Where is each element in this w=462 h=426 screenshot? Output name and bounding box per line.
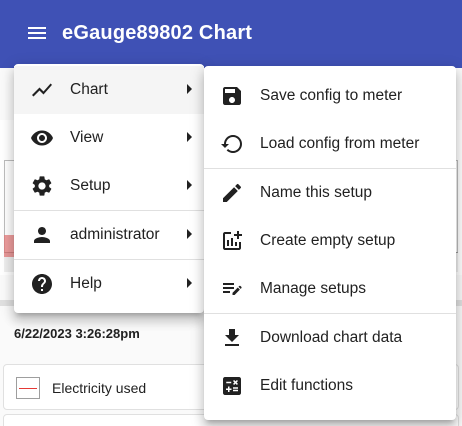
chart-submenu: Save config to meter Load config from me… xyxy=(204,66,456,420)
eye-icon xyxy=(30,126,54,150)
app-bar: eGauge89802 Chart xyxy=(0,0,462,68)
cursor-timestamp: 6/22/2023 3:26:28pm xyxy=(14,326,140,341)
help-icon xyxy=(30,272,54,296)
menu-item-name-setup[interactable]: Name this setup xyxy=(204,169,456,217)
chevron-right-icon xyxy=(187,278,192,288)
app-title: eGauge89802 Chart xyxy=(62,22,253,44)
menu-item-view[interactable]: View xyxy=(14,114,204,162)
menu-item-label: Manage setups xyxy=(260,280,366,297)
pencil-icon xyxy=(220,181,244,205)
menu-item-label: Chart xyxy=(70,81,108,98)
menu-item-label: Load config from meter xyxy=(260,135,420,152)
chevron-right-icon xyxy=(187,229,192,239)
menu-item-label: Create empty setup xyxy=(260,232,396,249)
menu-item-administrator[interactable]: administrator xyxy=(14,211,204,259)
menu-item-label: Download chart data xyxy=(260,329,403,346)
chevron-right-icon xyxy=(187,132,192,142)
menu-item-help[interactable]: Help xyxy=(14,260,204,308)
menu-item-download-data[interactable]: Download chart data xyxy=(204,314,456,362)
chevron-right-icon xyxy=(187,180,192,190)
menu-item-label: View xyxy=(70,129,104,146)
person-icon xyxy=(30,223,54,247)
gear-icon xyxy=(30,174,54,198)
menu-item-save-config[interactable]: Save config to meter xyxy=(204,72,456,120)
save-icon xyxy=(220,84,244,108)
menu-item-label: administrator xyxy=(70,226,160,243)
legend-swatch xyxy=(16,377,40,399)
legend-label: Electricity used xyxy=(52,380,147,396)
chevron-right-icon xyxy=(187,84,192,94)
main-menu: Chart View Setup administrator Help xyxy=(14,64,204,313)
menu-item-label: Name this setup xyxy=(260,184,372,201)
calculator-icon xyxy=(220,374,244,398)
playlist-edit-icon xyxy=(220,277,244,301)
menu-item-edit-functions[interactable]: Edit functions xyxy=(204,362,456,410)
menu-item-load-config[interactable]: Load config from meter xyxy=(204,120,456,168)
menu-item-label: Edit functions xyxy=(260,377,354,394)
app-window: eGauge89802 Chart 6/22/2023 3:26:28pm El… xyxy=(0,0,462,426)
menu-item-label: Setup xyxy=(70,177,111,194)
download-icon xyxy=(220,326,244,350)
menu-item-label: Save config to meter xyxy=(260,87,403,104)
menu-item-chart[interactable]: Chart xyxy=(14,66,204,114)
chart-line-icon xyxy=(30,78,54,102)
menu-item-create-empty-setup[interactable]: Create empty setup xyxy=(204,217,456,265)
menu-item-setup[interactable]: Setup xyxy=(14,162,204,210)
restore-icon xyxy=(220,132,244,156)
menu-icon[interactable] xyxy=(27,24,49,44)
add-chart-icon xyxy=(220,229,244,253)
menu-item-label: Help xyxy=(70,275,102,292)
menu-item-manage-setups[interactable]: Manage setups xyxy=(204,265,456,313)
